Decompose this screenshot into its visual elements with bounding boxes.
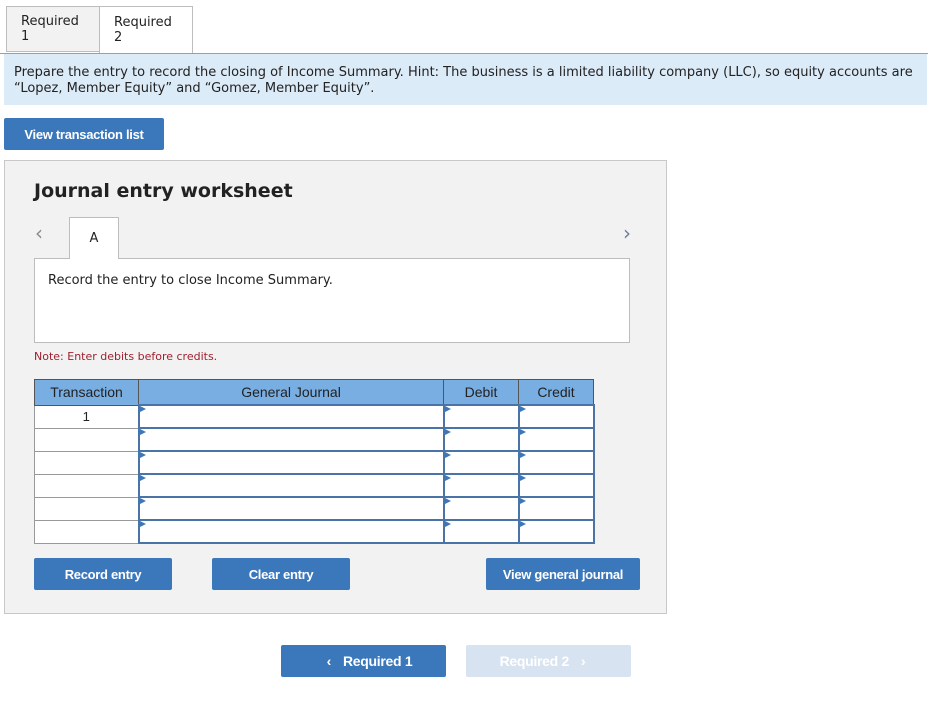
- journal-row: [34, 519, 595, 544]
- account-cell: [137, 404, 445, 429]
- next-required-button: Required 2 ›: [466, 645, 631, 677]
- header-credit: Credit: [518, 379, 594, 406]
- transaction-number: [34, 519, 139, 544]
- account-select[interactable]: [139, 521, 443, 542]
- account-cell: [137, 519, 445, 544]
- worksheet-title: Journal entry worksheet: [34, 180, 293, 202]
- credit-cell: [517, 473, 595, 498]
- journal-row: [34, 496, 595, 521]
- debit-cell: [442, 450, 520, 475]
- account-select[interactable]: [139, 452, 443, 473]
- record-entry-button[interactable]: Record entry: [34, 558, 172, 590]
- credit-input[interactable]: [519, 475, 593, 496]
- chevron-right-icon: ›: [580, 653, 586, 669]
- transaction-number: [34, 427, 139, 452]
- account-cell: [137, 427, 445, 452]
- journal-row: [34, 473, 595, 498]
- requirement-tabs: Required 1 Required 2: [6, 6, 193, 54]
- credit-input[interactable]: [519, 498, 593, 519]
- account-cell: [137, 473, 445, 498]
- debit-input[interactable]: [444, 475, 518, 496]
- account-cell: [137, 450, 445, 475]
- credit-cell: [517, 519, 595, 544]
- clear-entry-button[interactable]: Clear entry: [212, 558, 350, 590]
- credit-cell: [517, 496, 595, 521]
- chevron-right-icon[interactable]: ›: [623, 221, 631, 245]
- account-select[interactable]: [139, 429, 443, 450]
- tab-required-2[interactable]: Required 2: [99, 6, 193, 54]
- transaction-number: 1: [34, 404, 139, 429]
- debit-cell: [442, 519, 520, 544]
- transaction-number: [34, 473, 139, 498]
- debit-credit-note: Note: Enter debits before credits.: [34, 350, 218, 363]
- credit-cell: [517, 450, 595, 475]
- credit-input[interactable]: [519, 406, 593, 427]
- debit-input[interactable]: [444, 406, 518, 427]
- journal-row: [34, 427, 595, 452]
- header-debit: Debit: [443, 379, 519, 406]
- transaction-number: [34, 450, 139, 475]
- entry-description: Record the entry to close Income Summary…: [34, 258, 630, 343]
- tab-required-1[interactable]: Required 1: [6, 6, 99, 52]
- chevron-left-icon[interactable]: ‹: [35, 221, 43, 245]
- credit-input[interactable]: [519, 429, 593, 450]
- chevron-left-icon: ‹: [326, 653, 332, 669]
- journal-entry-worksheet: Journal entry worksheet ‹ A › Record the…: [4, 160, 667, 614]
- view-general-journal-button[interactable]: View general journal: [486, 558, 640, 590]
- transaction-number: [34, 496, 139, 521]
- journal-header-row: Transaction General Journal Debit Credit: [34, 379, 594, 406]
- credit-cell: [517, 404, 595, 429]
- credit-input[interactable]: [519, 521, 593, 542]
- journal-table: Transaction General Journal Debit Credit…: [34, 379, 595, 544]
- account-select[interactable]: [139, 406, 443, 427]
- journal-row: [34, 450, 595, 475]
- header-transaction: Transaction: [34, 379, 139, 406]
- next-required-label: Required 2: [499, 653, 570, 669]
- credit-input[interactable]: [519, 452, 593, 473]
- account-select[interactable]: [139, 475, 443, 496]
- instruction-text: Prepare the entry to record the closing …: [4, 54, 927, 105]
- header-general-journal: General Journal: [138, 379, 444, 406]
- debit-input[interactable]: [444, 521, 518, 542]
- prev-required-button[interactable]: ‹ Required 1: [281, 645, 446, 677]
- account-cell: [137, 496, 445, 521]
- prev-required-label: Required 1: [343, 653, 413, 669]
- debit-cell: [442, 473, 520, 498]
- debit-input[interactable]: [444, 452, 518, 473]
- debit-cell: [442, 427, 520, 452]
- debit-input[interactable]: [444, 429, 518, 450]
- journal-row: 1: [34, 404, 595, 429]
- account-select[interactable]: [139, 498, 443, 519]
- debit-cell: [442, 404, 520, 429]
- entry-tab-a[interactable]: A: [69, 217, 119, 259]
- debit-cell: [442, 496, 520, 521]
- credit-cell: [517, 427, 595, 452]
- debit-input[interactable]: [444, 498, 518, 519]
- view-transaction-list-button[interactable]: View transaction list: [4, 118, 164, 150]
